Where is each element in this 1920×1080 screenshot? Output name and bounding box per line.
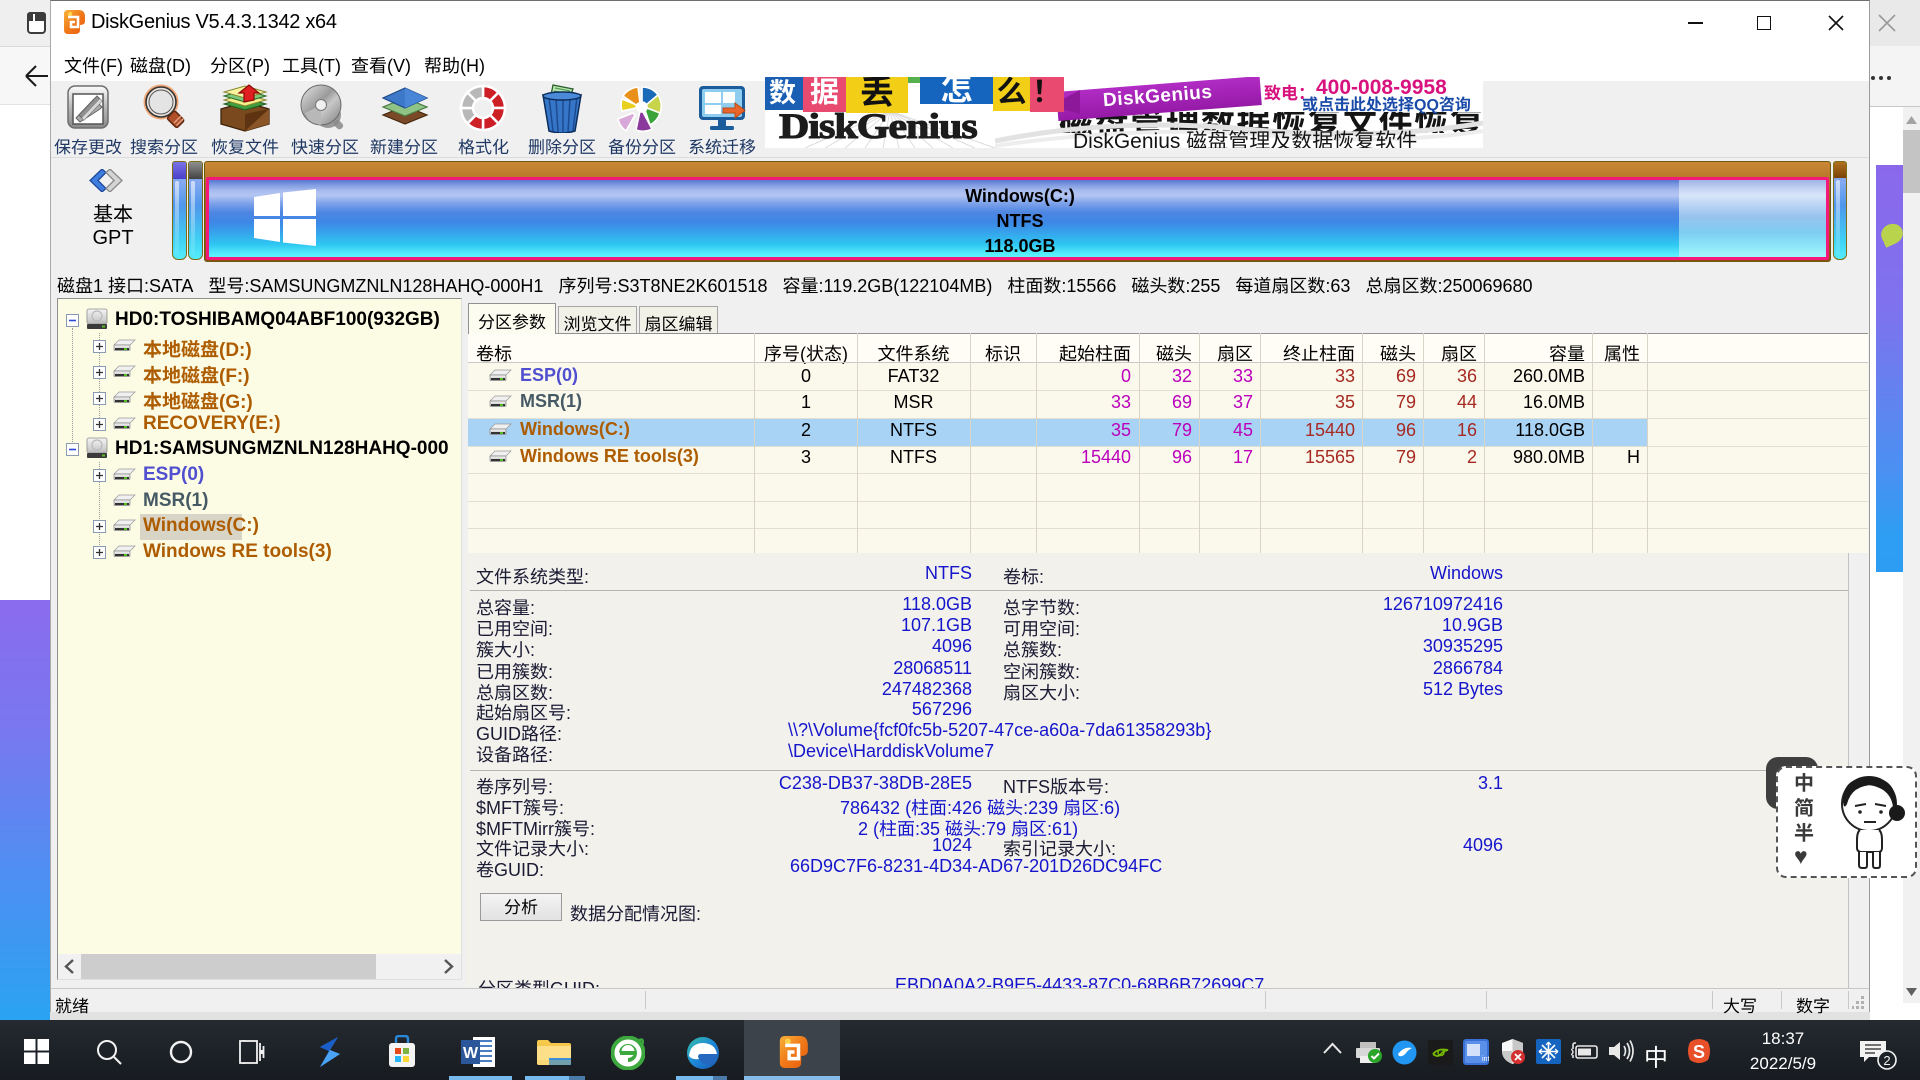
svg-text:W: W	[463, 1045, 479, 1062]
svg-text:intel: intel	[1482, 1056, 1489, 1063]
svg-text:2: 2	[1883, 1053, 1890, 1068]
svg-text:S: S	[1693, 1042, 1705, 1062]
